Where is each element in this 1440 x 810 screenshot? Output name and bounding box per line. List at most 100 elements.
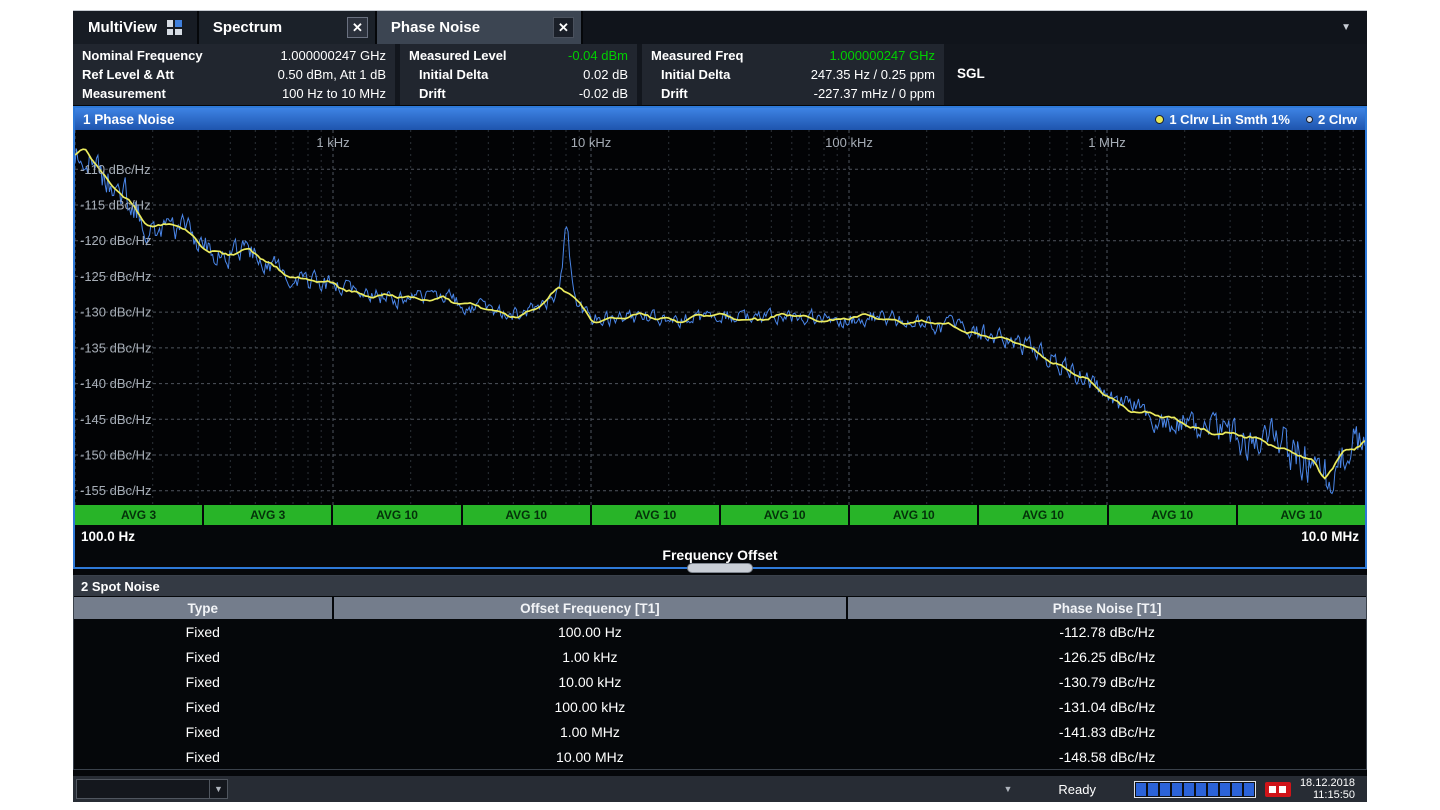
multiview-button[interactable]: MultiView (73, 11, 199, 44)
x-axis-decade-label: 10 kHz (571, 135, 611, 150)
spot-noise-window: 2 Spot Noise TypeOffset Frequency [T1]Ph… (73, 575, 1367, 770)
info-value: 100 Hz to 10 MHz (282, 86, 386, 101)
multiview-grid-icon (167, 20, 182, 35)
trace-legend-item[interactable]: 2 Clrw (1306, 112, 1357, 127)
tab-label: Phase Noise (391, 19, 480, 36)
y-axis-label: -125 dBc/Hz (80, 269, 152, 284)
info-value: 1.000000247 GHz (280, 48, 386, 63)
progress-segment (1232, 783, 1242, 796)
message-expand-arrow-icon[interactable]: ▼ (1003, 784, 1012, 794)
info-label: Drift (409, 86, 446, 101)
avg-segment: AVG 3 (75, 505, 202, 525)
tab-overflow-arrow-icon[interactable]: ▼ (1341, 22, 1351, 33)
progress-bar (1134, 781, 1256, 798)
progress-segment (1172, 783, 1182, 796)
trace-1-smoothed (75, 149, 1365, 478)
trace-label: 1 Clrw Lin Smth 1% (1169, 112, 1290, 127)
progress-segment (1196, 783, 1206, 796)
spot-noise-cell: Fixed (74, 719, 332, 744)
spot-noise-cell: Fixed (74, 619, 332, 644)
spot-noise-cell: -112.78 dBc/Hz (848, 619, 1366, 644)
phase-noise-chart[interactable]: 1 kHz10 kHz100 kHz1 MHz-110 dBc/Hz-115 d… (75, 130, 1365, 505)
spot-noise-cell: -141.83 dBc/Hz (848, 719, 1366, 744)
spot-noise-cell: -148.58 dBc/Hz (848, 744, 1366, 769)
close-tab-icon[interactable]: ✕ (347, 17, 368, 38)
spot-noise-column-header: Offset Frequency [T1] (334, 597, 847, 619)
tab-phase-noise[interactable]: Phase Noise ✕ (377, 11, 583, 44)
avg-segment: AVG 10 (979, 505, 1106, 525)
spot-noise-row[interactable]: Fixed1.00 kHz-126.25 dBc/Hz (74, 644, 1366, 669)
phase-noise-plot[interactable]: 1 kHz10 kHz100 kHz1 MHz-110 dBc/Hz-115 d… (75, 130, 1365, 505)
tab-spectrum[interactable]: Spectrum ✕ (199, 11, 377, 44)
trace-legend-item[interactable]: 1 Clrw Lin Smth 1% (1155, 112, 1290, 127)
phase-noise-window-titlebar[interactable]: 1 Phase Noise 1 Clrw Lin Smth 1% 2 Clrw (75, 108, 1365, 130)
spot-noise-row[interactable]: Fixed1.00 MHz-141.83 dBc/Hz (74, 719, 1366, 744)
spot-noise-cell: Fixed (74, 694, 332, 719)
info-label: Drift (651, 86, 688, 101)
spot-noise-cell: -131.04 dBc/Hz (848, 694, 1366, 719)
x-axis-decade-label: 1 MHz (1088, 135, 1126, 150)
y-axis-label: -115 dBc/Hz (80, 198, 151, 213)
spot-noise-cell: Fixed (74, 744, 332, 769)
progress-segment (1220, 783, 1230, 796)
info-value: 247.35 Hz / 0.25 ppm (811, 67, 935, 82)
y-axis-label: -130 dBc/Hz (80, 305, 152, 320)
spot-noise-row[interactable]: Fixed10.00 kHz-130.79 dBc/Hz (74, 669, 1366, 694)
window-splitter-handle[interactable] (687, 563, 753, 573)
y-axis-label: -155 dBc/Hz (80, 483, 152, 498)
chevron-down-icon[interactable]: ▼ (209, 780, 227, 798)
spot-noise-header-row: TypeOffset Frequency [T1]Phase Noise [T1… (74, 597, 1366, 619)
spot-noise-row[interactable]: Fixed10.00 MHz-148.58 dBc/Hz (74, 744, 1366, 769)
info-label: Ref Level & Att (82, 67, 174, 82)
info-label: Nominal Frequency (82, 48, 203, 63)
info-row: Ref Level & Att0.50 dBm, Att 1 dB (82, 66, 386, 84)
channel-info-bar: Nominal Frequency 1.000000247 GHz Ref Leve… (73, 44, 1367, 105)
avg-segment-bar: AVG 3AVG 3AVG 10AVG 10AVG 10AVG 10AVG 10… (75, 505, 1365, 525)
info-row: Measurement100 Hz to 10 MHz (82, 85, 386, 103)
info-label: Measured Freq (651, 48, 743, 63)
close-tab-icon[interactable]: ✕ (553, 17, 574, 38)
spot-noise-row[interactable]: Fixed100.00 kHz-131.04 dBc/Hz (74, 694, 1366, 719)
datetime-display: 18.12.2018 11:15:50 (1300, 777, 1355, 802)
trace-legend: 1 Clrw Lin Smth 1% 2 Clrw (1155, 112, 1357, 127)
avg-segment: AVG 10 (463, 505, 590, 525)
spot-noise-cell: 10.00 MHz (334, 744, 847, 769)
avg-segment: AVG 10 (721, 505, 848, 525)
spot-noise-cell: 1.00 MHz (334, 719, 847, 744)
phase-noise-window: 1 Phase Noise 1 Clrw Lin Smth 1% 2 Clrw 1… (73, 106, 1367, 569)
progress-segment (1184, 783, 1194, 796)
rohde-schwarz-logo-icon (1265, 782, 1291, 797)
spot-noise-column-header: Type (74, 597, 332, 619)
info-label: Initial Delta (409, 67, 488, 82)
info-label: Measured Level (409, 48, 507, 63)
info-value: 0.02 dB (583, 67, 628, 82)
channel-tab-bar: MultiView Spectrum ✕ Phase Noise ✕ ▼ (73, 11, 1367, 44)
trace-dot-icon (1306, 116, 1313, 123)
info-row: Measured Freq1.000000247 GHz (651, 47, 935, 65)
progress-segment (1244, 783, 1254, 796)
y-axis-label: -120 dBc/Hz (80, 233, 152, 248)
x-axis-title-label: Frequency Offset (662, 547, 777, 563)
info-value: -0.04 dBm (568, 48, 628, 63)
info-row: Drift-227.37 mHz / 0 ppm (651, 85, 935, 103)
spot-noise-cell: Fixed (74, 669, 332, 694)
spot-noise-body: Fixed100.00 Hz-112.78 dBc/HzFixed1.00 kH… (74, 619, 1366, 769)
spot-noise-window-titlebar[interactable]: 2 Spot Noise (74, 576, 1366, 596)
info-row: Drift -0.02 dB (409, 85, 628, 103)
status-ready-label: Ready (1058, 782, 1096, 797)
info-row: Measured Level -0.04 dBm (409, 47, 628, 65)
spot-noise-row[interactable]: Fixed100.00 Hz-112.78 dBc/Hz (74, 619, 1366, 644)
window-title: 1 Phase Noise (83, 112, 175, 127)
x-axis-decade-label: 1 kHz (316, 135, 349, 150)
x-axis-decade-label: 100 kHz (825, 135, 873, 150)
progress-segment (1160, 783, 1170, 796)
y-axis-label: -150 dBc/Hz (80, 448, 152, 463)
instrument-screen: MultiView Spectrum ✕ Phase Noise ✕ ▼ Nom… (73, 10, 1367, 800)
x-axis-start-label: 100.0 Hz (81, 529, 135, 544)
avg-segment: AVG 10 (850, 505, 977, 525)
window-title: 2 Spot Noise (81, 579, 160, 594)
spot-noise-cell: Fixed (74, 644, 332, 669)
spot-noise-cell: 100.00 Hz (334, 619, 847, 644)
info-value: -0.02 dB (579, 86, 628, 101)
status-dropdown[interactable]: ▼ (76, 779, 228, 799)
